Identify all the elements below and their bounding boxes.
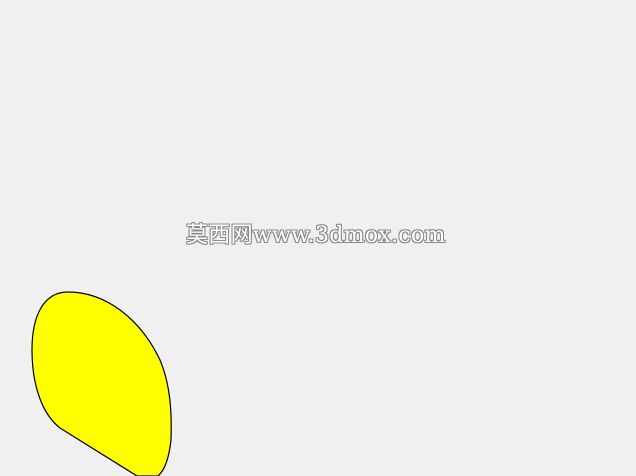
watermark-text: 莫西网www.3dmox.com [186, 223, 446, 248]
render-viewport: 莫西网www.3dmox.com [0, 0, 636, 476]
